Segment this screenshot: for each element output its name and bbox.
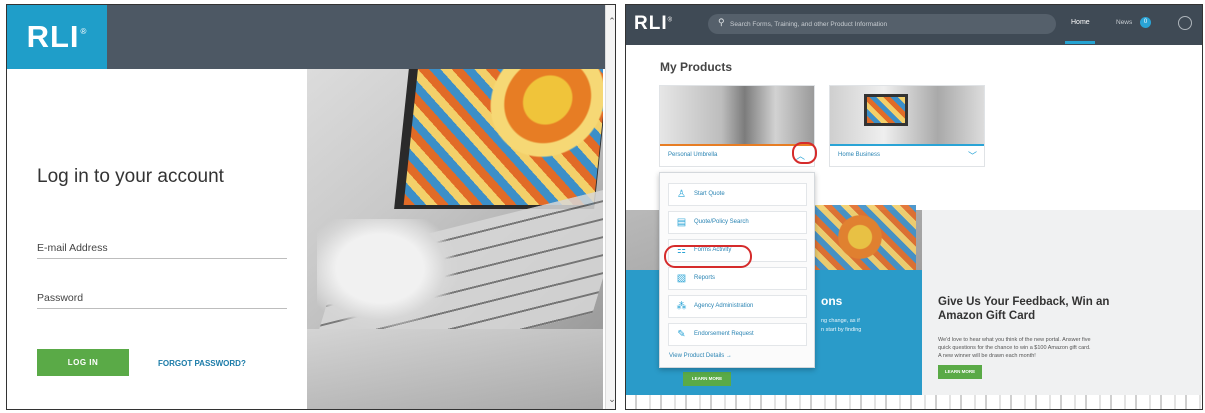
scroll-up-icon[interactable]: ⌃ xyxy=(607,15,615,27)
portal-header: RLI® ⚲ Home News 0 xyxy=(626,5,1202,45)
nav-news[interactable]: News xyxy=(1116,19,1132,26)
feedback-learn-more-button[interactable]: LEARN MORE xyxy=(938,365,982,379)
menu-item-label: Quote/Policy Search xyxy=(694,219,749,225)
promo-text-line: n start by finding xyxy=(821,327,862,333)
product-label[interactable]: Home Business xyxy=(838,152,880,158)
feedback-title: Amazon Gift Card xyxy=(938,310,1036,322)
product-stripe xyxy=(830,144,984,146)
highlight-ring-forms-activity xyxy=(664,245,752,268)
feedback-text: We'd love to hear what you think of the … xyxy=(938,337,1091,343)
document-search-icon: ▤ xyxy=(676,217,687,228)
logo-text: RLI xyxy=(26,19,80,54)
user-icon: ♙ xyxy=(677,189,686,200)
password-field[interactable]: Password xyxy=(37,287,287,309)
product-menu: ♙ Start Quote ▤ Quote/Policy Search ☷ Fo… xyxy=(659,172,815,368)
learn-more-button[interactable]: LEARN MORE xyxy=(683,372,731,386)
feedback-text: A new winner will be drawn each month! xyxy=(938,353,1036,359)
menu-item-start-quote[interactable]: ♙ Start Quote xyxy=(668,183,807,206)
portal-page: RLI® ⚲ Home News 0 My Products Personal … xyxy=(625,4,1203,410)
view-product-details-link[interactable]: View Product Details → xyxy=(669,353,732,359)
report-icon: ▧ xyxy=(676,273,687,284)
rli-logo[interactable]: RLI ® xyxy=(7,5,107,69)
portal-content: My Products Personal Umbrella ︿ Home Bus… xyxy=(626,45,1202,409)
portal-registered-mark: ® xyxy=(667,17,674,24)
page-title: Log in to your account xyxy=(37,166,224,187)
email-label: E-mail Address xyxy=(37,242,108,254)
product-stripe xyxy=(660,144,814,146)
screen-artwork xyxy=(864,94,908,126)
hand xyxy=(317,219,457,329)
search-input[interactable] xyxy=(730,16,1040,32)
menu-item-agency-administration[interactable]: ⁂ Agency Administration xyxy=(668,295,807,318)
scrollbar[interactable]: ⌃ ⌄ xyxy=(605,5,615,409)
menu-item-reports[interactable]: ▧ Reports xyxy=(668,267,807,290)
forgot-password-link[interactable]: FORGOT PASSWORD? xyxy=(158,359,246,368)
nav-home[interactable]: Home xyxy=(1071,19,1090,26)
portal-logo[interactable]: RLI® xyxy=(634,13,673,35)
menu-item-label: Endorsement Request xyxy=(694,331,754,337)
pen-icon: ✎ xyxy=(677,329,686,340)
menu-item-quote-policy-search[interactable]: ▤ Quote/Policy Search xyxy=(668,211,807,234)
news-badge: 0 xyxy=(1140,17,1151,28)
torn-edge xyxy=(626,395,1202,409)
nav-home-indicator xyxy=(1065,41,1095,44)
product-image xyxy=(660,86,814,144)
laptop-deck xyxy=(307,329,603,409)
section-title: My Products xyxy=(660,60,733,74)
network-icon: ⁂ xyxy=(676,301,687,312)
feedback-title: Give Us Your Feedback, Win an xyxy=(938,296,1110,308)
chevron-down-icon[interactable]: ﹀ xyxy=(968,149,977,162)
login-header: RLI ® xyxy=(7,5,615,69)
menu-item-endorsement-request[interactable]: ✎ Endorsement Request xyxy=(668,323,807,346)
screen-artwork xyxy=(403,69,603,205)
password-label: Password xyxy=(37,292,84,304)
portal-logo-text: RLI xyxy=(634,13,668,34)
feedback-text: quick questions for the chance to win a … xyxy=(938,345,1091,351)
promo-heading: ons xyxy=(821,294,843,308)
email-field[interactable]: E-mail Address xyxy=(37,237,287,259)
user-avatar-icon[interactable] xyxy=(1178,16,1192,30)
feedback-card: Give Us Your Feedback, Win an Amazon Gif… xyxy=(922,210,1202,395)
scroll-down-icon[interactable]: ⌄ xyxy=(607,393,615,405)
menu-item-label: Reports xyxy=(694,275,716,281)
product-image xyxy=(830,86,984,144)
registered-mark: ® xyxy=(80,26,88,36)
hero-image xyxy=(307,69,603,409)
product-label[interactable]: Personal Umbrella xyxy=(668,152,717,158)
screenshot-composite: RLI ® Log in to your account E-mail Addre… xyxy=(0,0,1205,413)
promo-text-line: ng change, as if xyxy=(821,318,860,324)
login-button[interactable]: LOG IN xyxy=(37,349,129,376)
menu-item-label: Start Quote xyxy=(694,191,725,197)
product-card-home-business[interactable]: Home Business ﹀ xyxy=(829,85,985,167)
menu-item-label: Agency Administration xyxy=(694,303,754,309)
search-bar[interactable]: ⚲ xyxy=(708,14,1056,34)
login-form: Log in to your account E-mail Address Pa… xyxy=(37,69,307,409)
highlight-ring-chevron xyxy=(792,142,817,164)
login-page: RLI ® Log in to your account E-mail Addre… xyxy=(6,4,616,410)
search-icon: ⚲ xyxy=(718,17,725,27)
